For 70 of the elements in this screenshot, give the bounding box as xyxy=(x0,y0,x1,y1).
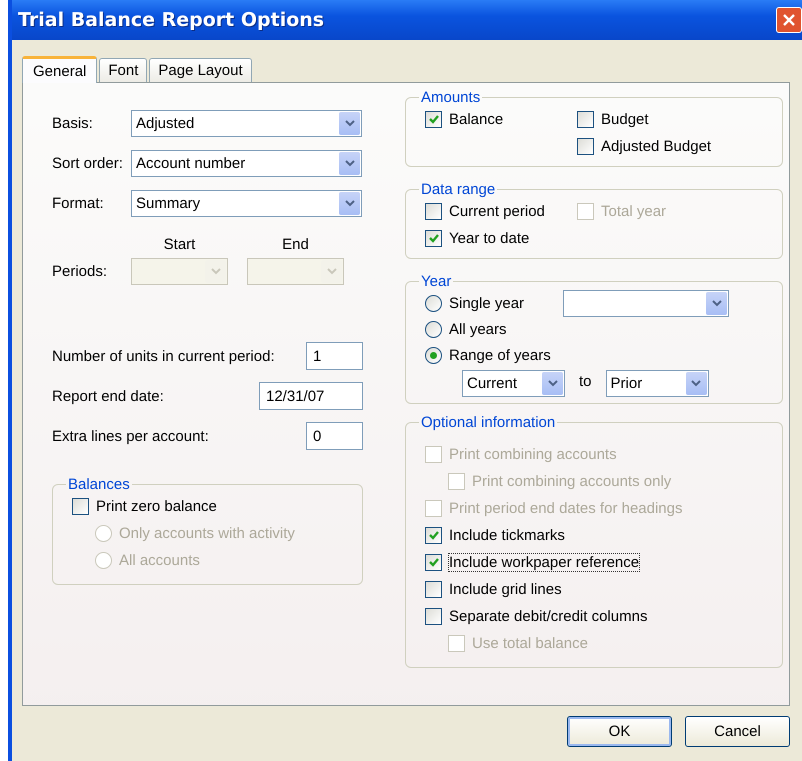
field-label: Number of units in current period: xyxy=(52,348,275,364)
close-icon xyxy=(783,14,795,26)
checkbox[interactable] xyxy=(425,230,442,247)
field-label: Periods: xyxy=(52,263,108,280)
checkbox-label[interactable]: Include workpaper reference xyxy=(448,553,640,572)
radio-label[interactable]: Range of years xyxy=(448,346,552,364)
field-label: Format: xyxy=(52,195,105,212)
dropdown[interactable]: Adjusted xyxy=(131,110,362,137)
radio-label[interactable]: Single year xyxy=(448,294,526,312)
tab[interactable]: General xyxy=(22,56,98,83)
radio-label[interactable]: All years xyxy=(448,320,508,338)
field-label: Extra lines per account: xyxy=(52,428,209,444)
checkbox-label[interactable]: Include tickmarks xyxy=(448,526,566,545)
checkbox-label[interactable]: Separate debit/credit columns xyxy=(448,607,648,626)
separator-label: to xyxy=(579,373,592,390)
checkbox[interactable] xyxy=(577,138,594,155)
checkbox-label[interactable]: Include grid lines xyxy=(448,580,563,599)
checkbox-label[interactable]: Adjusted Budget xyxy=(600,137,712,156)
checkbox-label[interactable]: Current period xyxy=(448,202,546,221)
checkbox[interactable] xyxy=(72,498,89,515)
group-title: Year xyxy=(420,273,452,290)
checkbox[interactable] xyxy=(425,608,442,625)
dropdown[interactable]: Prior xyxy=(606,370,709,397)
check-icon xyxy=(428,234,438,243)
check-icon xyxy=(428,558,438,567)
column-label: End xyxy=(281,236,310,253)
field-label: Report end date: xyxy=(52,388,164,404)
checkbox-label[interactable]: Budget xyxy=(600,110,650,129)
chevron-down-icon xyxy=(712,300,722,306)
tab[interactable]: Page Layout xyxy=(149,58,252,82)
group-title: Balances xyxy=(67,476,131,493)
checkbox[interactable] xyxy=(425,203,442,220)
radio-button[interactable] xyxy=(425,346,442,364)
checkbox-label[interactable]: Balance xyxy=(448,110,504,129)
input-field[interactable]: 12/31/07 xyxy=(259,382,363,410)
checkbox[interactable] xyxy=(425,527,442,544)
checkbox-label[interactable]: Print zero balance xyxy=(95,497,218,516)
check-icon xyxy=(428,531,438,540)
dialog-button[interactable]: Cancel xyxy=(685,716,790,747)
chevron-down-icon xyxy=(344,200,354,207)
chevron-down-icon xyxy=(344,160,354,167)
dropdown[interactable]: Account number xyxy=(131,150,362,177)
group-title: Amounts xyxy=(420,89,482,106)
field-label: Basis: xyxy=(52,115,94,132)
tab[interactable]: Font xyxy=(99,58,148,82)
dropdown[interactable] xyxy=(563,290,729,316)
group-title: Optional information xyxy=(420,414,556,431)
checkbox[interactable] xyxy=(425,581,442,598)
checkbox[interactable] xyxy=(577,111,594,128)
input-field[interactable]: 1 xyxy=(306,342,363,370)
checkbox[interactable] xyxy=(425,554,442,571)
chevron-down-icon xyxy=(344,120,354,127)
input-field[interactable]: 0 xyxy=(306,422,363,450)
dialog-button[interactable]: OK xyxy=(567,716,672,747)
radio-button[interactable] xyxy=(425,294,442,312)
checkbox-label[interactable]: Year to date xyxy=(448,229,530,248)
checkbox[interactable] xyxy=(425,111,442,128)
radio-button[interactable] xyxy=(425,320,442,338)
chevron-down-icon xyxy=(210,268,220,275)
dropdown[interactable]: Current xyxy=(462,370,565,397)
chevron-down-icon xyxy=(548,380,558,387)
column-label: Start xyxy=(162,236,196,253)
chevron-down-icon xyxy=(326,268,336,275)
group-title: Data range xyxy=(420,181,496,198)
dropdown[interactable]: Summary xyxy=(131,190,362,217)
window-title: Trial Balance Report Options xyxy=(18,9,324,31)
check-icon xyxy=(428,115,438,124)
close-button[interactable] xyxy=(776,7,802,33)
chevron-down-icon xyxy=(691,380,702,387)
field-label: Sort order: xyxy=(52,155,124,172)
